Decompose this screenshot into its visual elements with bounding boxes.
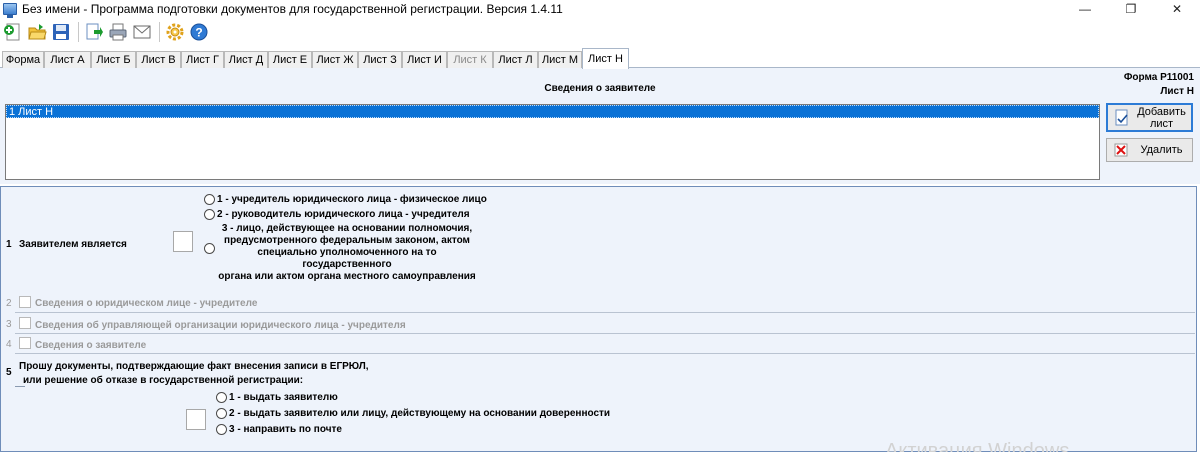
tab-forma[interactable]: Форма xyxy=(2,51,44,68)
tab-list-i[interactable]: Лист И xyxy=(402,51,447,68)
option-label: 2 - руководитель юридического лица - учр… xyxy=(217,209,470,220)
toolbar: ? xyxy=(0,18,1200,45)
tab-list-d[interactable]: Лист Д xyxy=(224,51,268,68)
add-document-icon xyxy=(1112,109,1132,127)
applicant-details-panel: 1 Заявителем является 1 - учредитель юри… xyxy=(0,186,1197,452)
divider xyxy=(15,333,1195,334)
radio-button[interactable] xyxy=(216,424,227,435)
tab-list-n[interactable]: Лист Н xyxy=(582,48,629,69)
print-icon[interactable] xyxy=(107,21,129,43)
tab-list-v[interactable]: Лист В xyxy=(136,51,181,68)
close-button[interactable]: ✕ xyxy=(1154,0,1200,18)
open-folder-icon[interactable] xyxy=(26,21,48,43)
section-4-label: Сведения о заявителе xyxy=(35,340,147,351)
delivery-option-3[interactable]: 3 - направить по почте xyxy=(216,424,342,435)
window-title: Без имени - Программа подготовки докумен… xyxy=(22,2,563,16)
section-2-checkbox[interactable] xyxy=(19,296,31,308)
applicant-type-option-1[interactable]: 1 - учредитель юридического лица - физич… xyxy=(204,194,487,205)
tab-list-m[interactable]: Лист М xyxy=(538,51,582,68)
divider xyxy=(15,312,1195,313)
list-item[interactable]: 1 Лист Н xyxy=(6,105,1099,118)
radio-button[interactable] xyxy=(216,408,227,419)
applicant-type-option-2[interactable]: 2 - руководитель юридического лица - учр… xyxy=(204,209,470,220)
radio-button[interactable] xyxy=(204,209,215,220)
window-controls: — ❐ ✕ xyxy=(1062,0,1200,18)
title-bar: Без имени - Программа подготовки докумен… xyxy=(0,0,1200,18)
add-sheet-label: Добавить лист xyxy=(1137,105,1186,130)
section-3-number: 3 xyxy=(6,319,12,330)
toolbar-separator xyxy=(159,21,160,42)
option-label: 1 - выдать заявителю xyxy=(229,392,338,403)
mail-icon[interactable] xyxy=(131,21,153,43)
tab-list-z[interactable]: Лист З xyxy=(358,51,402,68)
delivery-method-input[interactable] xyxy=(186,409,206,430)
section-5-number: 5 xyxy=(6,367,12,378)
save-disk-icon[interactable] xyxy=(50,21,72,43)
delivery-option-2[interactable]: 2 - выдать заявителю или лицу, действующ… xyxy=(216,408,610,419)
section-4-number: 4 xyxy=(6,339,12,350)
option-3-line: специально уполномоченного на то государ… xyxy=(257,247,437,270)
option-3-line: 3 - лицо, действующее на основании полно… xyxy=(221,223,473,234)
section-1-label: Заявителем является xyxy=(19,239,127,250)
applicant-type-input[interactable] xyxy=(173,231,193,252)
divider xyxy=(15,386,25,387)
radio-button[interactable] xyxy=(204,194,215,205)
section-2-number: 2 xyxy=(6,298,12,309)
sheet-list[interactable]: 1 Лист Н xyxy=(5,104,1100,180)
delete-button[interactable]: Удалить xyxy=(1106,138,1193,162)
tab-list-a[interactable]: Лист А xyxy=(44,51,91,68)
windows-activation-watermark: Активация Windows xyxy=(885,440,1070,452)
section-title: Сведения о заявителе xyxy=(544,83,656,94)
app-monitor-icon xyxy=(3,3,17,18)
add-sheet-button[interactable]: Добавить лист xyxy=(1106,103,1193,132)
option-label: 2 - выдать заявителю или лицу, действующ… xyxy=(229,408,611,419)
tab-list-k: Лист К xyxy=(447,51,493,68)
maximize-button[interactable]: ❐ xyxy=(1108,0,1154,18)
new-doc-icon[interactable] xyxy=(2,21,24,43)
tab-list-g[interactable]: Лист Г xyxy=(181,51,224,68)
section-2-label: Сведения о юридическом лице - учредителе xyxy=(35,298,258,309)
minimize-button[interactable]: — xyxy=(1062,0,1108,18)
divider xyxy=(15,353,1195,354)
section-5-label-line: Прошу документы, подтверждающие факт вне… xyxy=(19,361,369,372)
tab-list-l[interactable]: Лист Л xyxy=(493,51,538,68)
svg-text:?: ? xyxy=(195,25,202,39)
option-3-line: органа или актом органа местного самоупр… xyxy=(218,271,476,282)
section-1-number: 1 xyxy=(6,239,12,250)
delivery-option-1[interactable]: 1 - выдать заявителю xyxy=(216,392,338,403)
help-icon[interactable]: ? xyxy=(188,21,210,43)
applicant-type-option-3-label: 3 - лицо, действующее на основании полно… xyxy=(217,223,477,283)
settings-gear-icon[interactable] xyxy=(164,21,186,43)
section-4-checkbox[interactable] xyxy=(19,337,31,349)
delete-icon xyxy=(1111,142,1131,158)
radio-button[interactable] xyxy=(216,392,227,403)
option-label: 1 - учредитель юридического лица - физич… xyxy=(217,194,487,205)
section-3-label: Сведения об управляющей организации юрид… xyxy=(35,320,406,331)
tab-list-zh[interactable]: Лист Ж xyxy=(312,51,358,68)
toolbar-separator xyxy=(78,21,79,42)
export-icon[interactable] xyxy=(83,21,105,43)
section-5-label-line: или решение об отказе в государственной … xyxy=(23,375,304,386)
applicant-type-option-3-radio[interactable] xyxy=(204,243,215,254)
option-label: 3 - направить по почте xyxy=(229,424,342,435)
sheet-header-panel: Форма Р11001 Лист Н Сведения о заявителе… xyxy=(0,68,1200,184)
option-3-line: предусмотренного федеральным законом, ак… xyxy=(224,235,470,246)
tab-list-e[interactable]: Лист Е xyxy=(268,51,312,68)
sheet-tabs: Форма Лист А Лист Б Лист В Лист Г Лист Д… xyxy=(0,48,1200,69)
section-5-label: Прошу документы, подтверждающие факт вне… xyxy=(19,360,369,388)
tab-list-b[interactable]: Лист Б xyxy=(91,51,136,68)
section-3-checkbox[interactable] xyxy=(19,317,31,329)
delete-label: Удалить xyxy=(1140,144,1183,156)
